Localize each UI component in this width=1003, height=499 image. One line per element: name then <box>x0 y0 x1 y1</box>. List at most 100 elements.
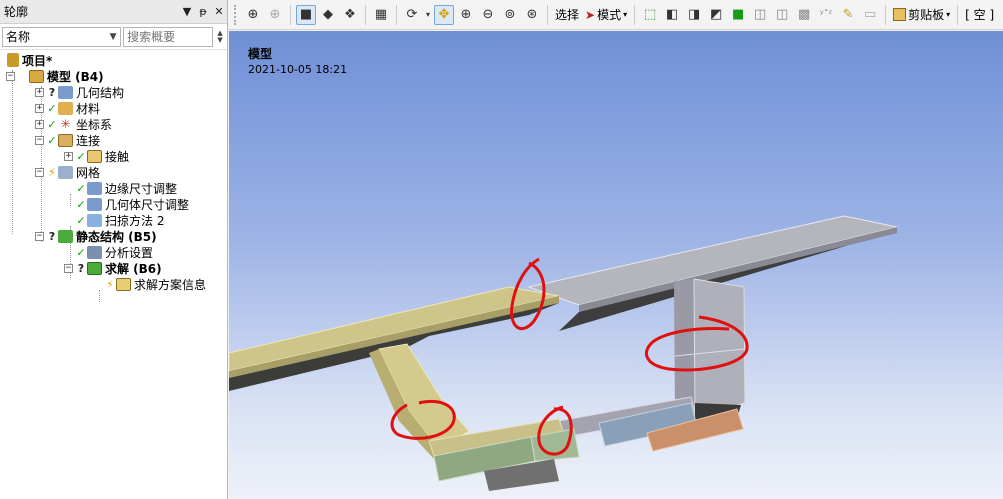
tree-item-coordinate-systems[interactable]: + ✓ ✳ 坐标系 <box>35 116 112 132</box>
collapse-toggle[interactable]: − <box>64 263 73 273</box>
mesh-icon <box>58 165 73 179</box>
tree-item-body-sizing[interactable]: ✓ 几何体尺寸调整 <box>76 196 189 212</box>
select-face-icon[interactable]: ◨ <box>684 5 704 25</box>
collapse-toggle[interactable]: − <box>35 135 44 145</box>
label-icon[interactable]: ▭ <box>860 5 880 25</box>
tree-item-label: 扫掠方法 2 <box>105 213 165 228</box>
select-element-face-icon[interactable]: ◫ <box>750 5 770 25</box>
connections-icon <box>58 133 73 147</box>
expand-toggle[interactable]: + <box>35 103 44 113</box>
tree-item-label: 分析设置 <box>105 245 154 260</box>
tree-item-label: 边缘尺寸调整 <box>105 181 178 196</box>
select-node-icon[interactable]: ■ <box>728 5 748 25</box>
zoom-fit-icon[interactable]: ⊕ <box>243 5 263 25</box>
status-check-icon: ✓ <box>76 245 86 259</box>
tree-item-model[interactable]: − 模型 (B4) <box>6 68 104 84</box>
expand-toggle[interactable]: + <box>35 119 44 129</box>
status-check-icon: ✓ <box>76 213 86 227</box>
tree-item-materials[interactable]: + ✓ 材料 <box>35 100 100 116</box>
tree-item-geometry[interactable]: + ? 几何结构 <box>35 84 124 100</box>
tree-item-solution[interactable]: − ? 求解 (B6) <box>64 260 162 276</box>
outline-filter-bar: 名称 ▼ ▲▼ <box>0 24 227 50</box>
expand-toggle[interactable]: + <box>35 87 44 97</box>
project-icon <box>7 53 19 67</box>
status-check-icon: ✓ <box>47 117 57 131</box>
zoom-window-icon[interactable]: ⊛ <box>522 5 542 25</box>
chevron-down-icon: ▾ <box>623 10 628 19</box>
pin-icon[interactable]: ᵽ <box>195 3 211 21</box>
layout-icon[interactable]: ▦ <box>371 5 391 25</box>
tree-item-label: 几何体尺寸调整 <box>105 197 190 212</box>
zoom-box-icon[interactable]: ⊕ <box>265 5 285 25</box>
filter-scroll-arrows[interactable]: ▲ ▼ <box>215 27 225 47</box>
zoom-in-icon[interactable]: ⊕ <box>456 5 476 25</box>
zoom-fit-all-icon[interactable]: ⊚ <box>500 5 520 25</box>
coordinate-system-icon: ✳ <box>60 116 71 131</box>
status-unknown-icon: ? <box>48 85 56 99</box>
name-filter-value: 名称 <box>6 30 31 44</box>
clipboard-dropdown[interactable]: 剪贴板 ▾ <box>893 6 950 23</box>
solution-icon <box>87 261 102 275</box>
tree-item-contacts[interactable]: + ✓ 接触 <box>64 148 129 164</box>
select-element-icon[interactable]: ◫ <box>772 5 792 25</box>
collapse-toggle[interactable]: − <box>35 167 44 177</box>
zoom-out-icon[interactable]: ⊖ <box>478 5 498 25</box>
multi-body-view-icon[interactable]: ❖ <box>340 5 360 25</box>
name-filter-select[interactable]: 名称 ▼ <box>2 26 122 47</box>
chevron-down-icon: ▾ <box>946 10 951 19</box>
tree-item-analysis-settings[interactable]: ✓ 分析设置 <box>76 244 153 260</box>
mode-dropdown[interactable]: ➤ 模式 ▾ <box>585 6 627 23</box>
outline-tree: 项目* − 模型 (B4) + ? 几何结构 + ✓ 材料 + ✓ ✳ 坐标系 … <box>0 50 227 302</box>
outline-header: 轮廓 ▼ ᵽ ✕ <box>0 0 227 24</box>
model-icon <box>29 69 44 83</box>
tree-item-label: 求解 (B6) <box>105 261 162 276</box>
dropdown-icon[interactable]: ▼ <box>179 3 195 21</box>
toolbar-grip[interactable] <box>234 4 238 25</box>
tree-item-label: 项目* <box>22 53 53 68</box>
tree-item-label: 接触 <box>105 149 130 164</box>
probe-icon[interactable]: ✎ <box>838 5 858 25</box>
collapse-toggle[interactable]: − <box>6 71 15 81</box>
model-geometry-view[interactable] <box>229 31 1003 499</box>
rotate-icon[interactable]: ⟳ <box>402 5 422 25</box>
status-bolt-icon: ⚡ <box>48 165 56 179</box>
select-vertex-icon[interactable]: ⬚ <box>640 5 660 25</box>
tree-item-label: 网格 <box>76 165 101 180</box>
coordinate-icon[interactable]: ʸ˟ᶻ <box>816 5 836 25</box>
graphics-viewport[interactable]: 模型 2021-10-05 18:21 <box>229 31 1003 499</box>
geometry-icon <box>58 85 73 99</box>
search-outline-input[interactable] <box>123 26 214 47</box>
gray-leg-outer-face <box>693 278 746 417</box>
tree-item-connections[interactable]: − ✓ 连接 <box>35 132 100 148</box>
shaded-view-icon[interactable]: ◆ <box>318 5 338 25</box>
pan-icon[interactable]: ✥ <box>434 4 454 25</box>
tree-item-label: 静态结构 (B5) <box>76 229 157 244</box>
close-icon[interactable]: ✕ <box>211 3 227 21</box>
chevron-down-icon: ▼ <box>109 31 117 42</box>
status-check-icon: ✓ <box>47 133 57 147</box>
select-body-icon[interactable]: ◩ <box>706 5 726 25</box>
expand-toggle[interactable]: + <box>64 151 73 161</box>
tree-item-mesh[interactable]: − ⚡ 网格 <box>35 164 100 180</box>
clipboard-empty-status: [ 空 ] <box>965 8 995 22</box>
select-edge-icon[interactable]: ◧ <box>662 5 682 25</box>
contacts-icon <box>87 149 102 163</box>
tree-item-edge-sizing[interactable]: ✓ 边缘尺寸调整 <box>76 180 177 196</box>
solid-view-icon[interactable]: ■ <box>296 4 316 25</box>
body-sizing-icon <box>87 197 102 211</box>
edge-sizing-icon <box>87 181 102 195</box>
tree-item-label: 连接 <box>76 133 101 148</box>
tree-item-sweep-method[interactable]: ✓ 扫掠方法 2 <box>76 212 164 228</box>
tree-item-label: 模型 (B4) <box>47 69 104 84</box>
status-check-icon: ✓ <box>76 181 86 195</box>
tree-item-solution-information[interactable]: ⚡ 求解方案信息 <box>105 276 206 292</box>
tree-item-label: 求解方案信息 <box>134 277 207 292</box>
select-mesh-icon[interactable]: ▩ <box>794 5 814 25</box>
chevron-down-icon[interactable]: ▾ <box>424 5 432 25</box>
graphics-toolbar: ⊕ ⊕ ■ ◆ ❖ ▦ ⟳ ▾ ✥ ⊕ ⊖ ⊚ ⊛ 选择 ➤ 模式 ▾ ⬚ ◧ … <box>228 0 1003 30</box>
tree-item-project[interactable]: 项目* <box>6 52 52 68</box>
tree-item-static-structural[interactable]: − ? 静态结构 (B5) <box>35 228 157 244</box>
static-structural-icon <box>58 229 73 243</box>
collapse-toggle[interactable]: − <box>35 231 44 241</box>
select-label[interactable]: 选择 <box>555 6 579 23</box>
